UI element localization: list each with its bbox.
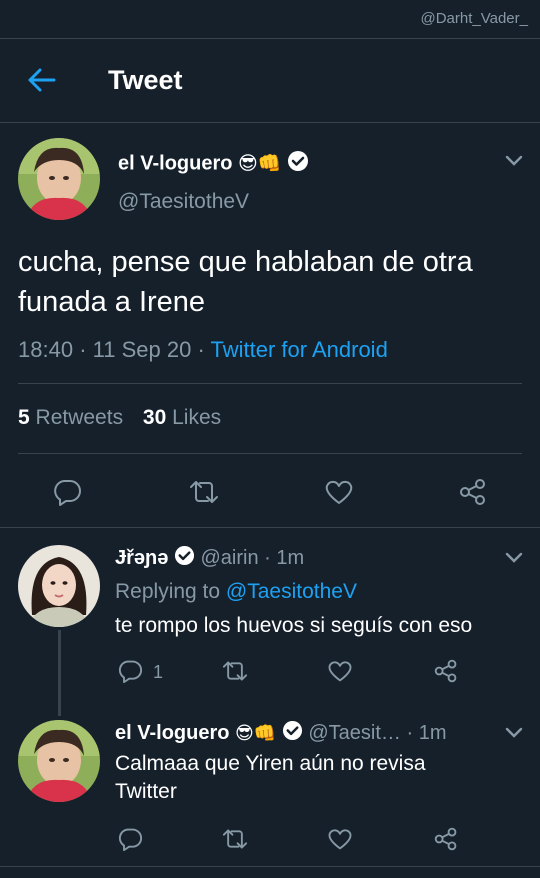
reply-header: Ɉřəɲə @airin · 1m bbox=[115, 545, 304, 572]
app-bar-divider bbox=[0, 122, 540, 123]
verified-badge-icon bbox=[174, 545, 195, 572]
tweet-stats: 5 Retweets 30 Likes bbox=[18, 406, 222, 429]
chevron-down-icon[interactable] bbox=[504, 551, 524, 570]
tweet-time: 1m bbox=[276, 546, 305, 569]
tweet-meta: 18:40 · 11 Sep 20 · Twitter for Android bbox=[18, 337, 388, 362]
share-icon[interactable] bbox=[458, 478, 488, 511]
tweet-text: cucha, pense que hablaban de otra funada… bbox=[18, 246, 473, 318]
like-heart-icon[interactable] bbox=[327, 827, 353, 856]
tweet-text: te rompo los huevos si seguís con eso bbox=[115, 614, 473, 637]
tweet-time: 18:40 bbox=[18, 337, 74, 362]
like-count[interactable]: 30 bbox=[143, 406, 166, 429]
reply-icon[interactable] bbox=[52, 478, 82, 511]
chevron-down-icon[interactable] bbox=[504, 154, 524, 173]
tweet-action-bar bbox=[0, 470, 540, 514]
section-divider bbox=[0, 527, 540, 528]
user-handle[interactable]: @TaesitotheV bbox=[118, 190, 249, 214]
user-handle[interactable]: @Taesit… bbox=[308, 722, 401, 744]
divider bbox=[0, 866, 540, 867]
retweet-icon[interactable] bbox=[220, 659, 250, 688]
share-icon[interactable] bbox=[433, 827, 459, 856]
display-name[interactable]: Ɉřəɲə bbox=[115, 547, 168, 569]
avatar[interactable] bbox=[18, 720, 100, 802]
tweet-source-link[interactable]: Twitter for Android bbox=[211, 337, 388, 362]
divider bbox=[18, 383, 522, 384]
replying-to-line: Replying to @TaesitotheV bbox=[115, 580, 357, 603]
reply-icon[interactable] bbox=[117, 827, 143, 856]
like-heart-icon[interactable] bbox=[327, 659, 353, 688]
back-arrow-icon[interactable] bbox=[26, 66, 58, 94]
display-name[interactable]: el V-loguero 😎👊 bbox=[118, 150, 309, 178]
display-name[interactable]: el V-loguero bbox=[115, 722, 229, 744]
retweet-icon[interactable] bbox=[220, 827, 250, 856]
reply-count: 1 bbox=[153, 662, 164, 682]
app-bar: Tweet bbox=[0, 39, 540, 123]
tweet-time: 1m bbox=[418, 721, 447, 744]
chevron-down-icon[interactable] bbox=[504, 726, 524, 745]
avatar[interactable] bbox=[18, 545, 100, 627]
verified-badge-icon bbox=[282, 720, 303, 747]
retweet-count[interactable]: 5 bbox=[18, 406, 30, 429]
avatar[interactable] bbox=[18, 138, 100, 220]
reply-header: el V-loguero 😎👊 @Taesit… · 1m bbox=[115, 720, 447, 747]
divider bbox=[18, 453, 522, 454]
verified-badge-icon bbox=[287, 150, 309, 178]
name-emojis: 😎👊 bbox=[235, 722, 277, 744]
page-title: Tweet bbox=[108, 65, 183, 95]
tweet-text: Calmaaa que Yiren aún no revisa Twitter bbox=[115, 752, 426, 803]
replying-to-link[interactable]: @TaesitotheV bbox=[226, 580, 357, 603]
thread-connector bbox=[58, 630, 61, 716]
user-handle[interactable]: @airin bbox=[201, 547, 259, 569]
share-icon[interactable] bbox=[433, 659, 459, 688]
like-heart-icon[interactable] bbox=[324, 478, 354, 511]
reply-icon[interactable] bbox=[117, 659, 143, 688]
retweet-icon[interactable] bbox=[187, 478, 221, 511]
tweet-date: 11 Sep 20 bbox=[92, 337, 192, 362]
watermark: @Darht_Vader_ bbox=[420, 10, 528, 27]
name-emojis: 😎👊 bbox=[238, 152, 282, 175]
